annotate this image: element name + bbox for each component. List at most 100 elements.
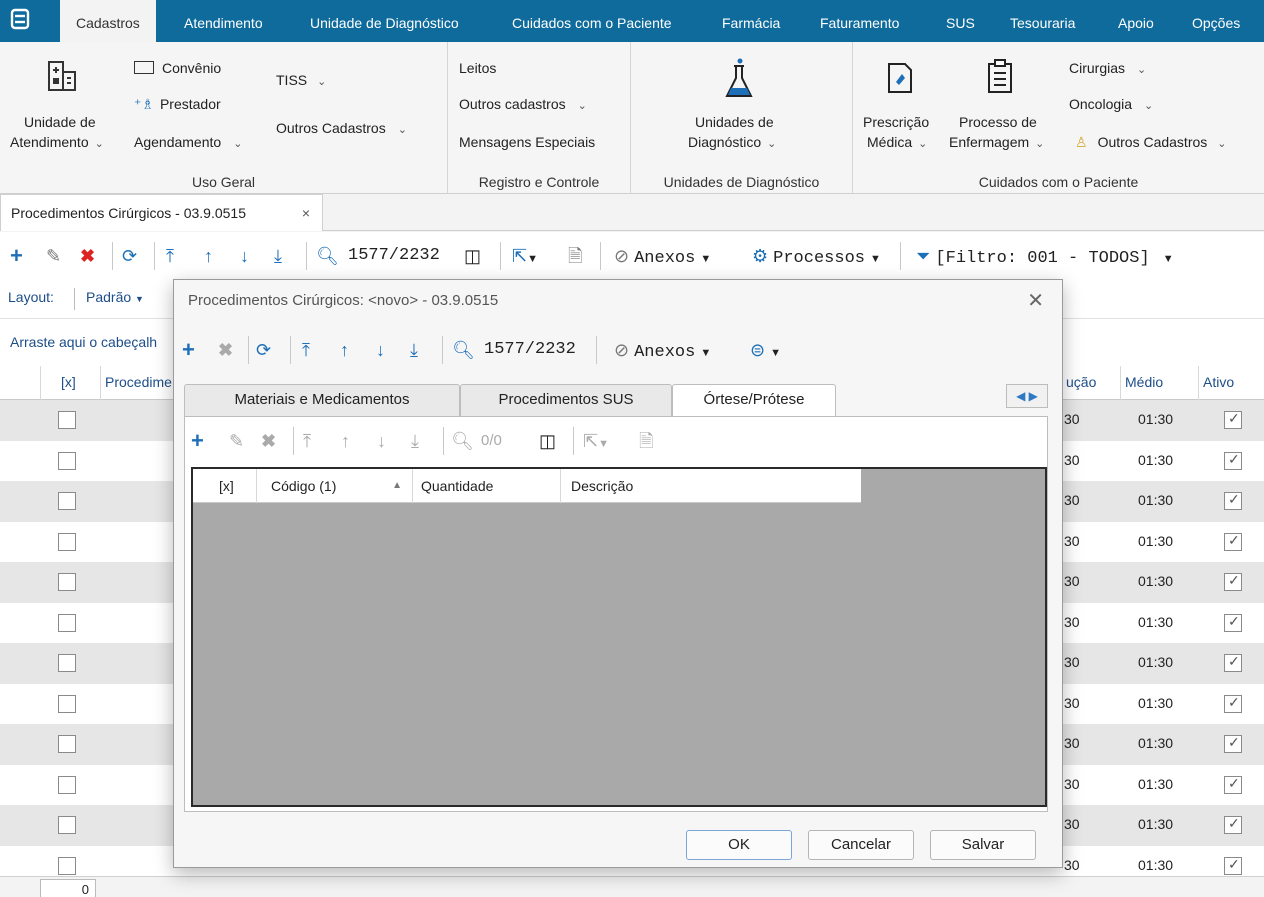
web-icon[interactable]: ⊜ ▼: [750, 326, 781, 374]
oncologia-button[interactable]: Oncologia ⌄: [1069, 96, 1153, 112]
prestador-button[interactable]: ⁺♗ Prestador: [134, 96, 221, 113]
anexos-button[interactable]: ⊘ Anexos ▼: [614, 232, 711, 280]
cirurgias-button[interactable]: Cirurgias ⌄: [1069, 60, 1146, 76]
delete-icon[interactable]: ✖: [261, 417, 276, 465]
next-record-icon[interactable]: ↓: [377, 417, 386, 465]
row-ativo-checkbox[interactable]: [1224, 451, 1242, 470]
tab-scroll-arrows[interactable]: ◀ ▶: [1006, 384, 1048, 408]
unidades-diagnostico-label1[interactable]: Unidades de: [695, 114, 774, 130]
first-record-icon[interactable]: ⤒: [303, 417, 311, 465]
row-select-checkbox[interactable]: [58, 775, 76, 794]
document-icon[interactable]: 🗎︎: [639, 417, 653, 465]
row-select-checkbox[interactable]: [58, 573, 76, 591]
search-icon[interactable]: 🔍︎: [316, 232, 339, 280]
add-icon[interactable]: +: [191, 417, 204, 465]
processos-button[interactable]: ⚙ Processos ▼: [752, 232, 881, 280]
row-ativo-checkbox[interactable]: [1224, 491, 1242, 510]
row-ativo-checkbox[interactable]: [1224, 734, 1242, 753]
menu-cadastros[interactable]: Cadastros: [60, 0, 156, 42]
header-execucao[interactable]: ução: [1062, 366, 1120, 400]
menu-atendimento[interactable]: Atendimento: [184, 0, 263, 42]
tab-ortese-protese[interactable]: Órtese/Prótese: [672, 384, 836, 417]
header-ativo[interactable]: Ativo: [1198, 366, 1264, 400]
prev-record-icon[interactable]: ↑: [340, 326, 349, 374]
add-icon[interactable]: +: [182, 326, 195, 374]
filter-button[interactable]: ⏷ [Filtro: 001 - TODOS] ▼: [916, 232, 1174, 280]
inner-header-descricao[interactable]: Descrição: [561, 469, 861, 503]
prescricao-label1[interactable]: Prescrição: [863, 114, 929, 130]
prev-record-icon[interactable]: ↑: [341, 417, 350, 465]
menu-unidade-diagnostico[interactable]: Unidade de Diagnóstico: [310, 0, 459, 42]
menu-cuidados-paciente[interactable]: Cuidados com o Paciente: [512, 0, 672, 42]
inner-header-quantidade[interactable]: Quantidade: [413, 469, 561, 503]
menu-sus[interactable]: SUS: [946, 0, 975, 42]
menu-farmacia[interactable]: Farmácia: [722, 0, 780, 42]
close-icon[interactable]: ×: [302, 205, 310, 221]
columns-icon[interactable]: ◫: [464, 232, 481, 280]
row-select-checkbox[interactable]: [58, 613, 76, 632]
row-select-checkbox[interactable]: [58, 411, 76, 429]
doc-tab-procedimentos[interactable]: Procedimentos Cirúrgicos - 03.9.0515 ×: [0, 194, 323, 231]
prescricao-medica-button[interactable]: Médica ⌄: [867, 134, 927, 150]
tab-materiais-medicamentos[interactable]: Materiais e Medicamentos: [184, 384, 460, 416]
menu-opcoes[interactable]: Opções: [1192, 0, 1240, 42]
row-select-checkbox[interactable]: [58, 451, 76, 470]
leitos-button[interactable]: Leitos: [459, 60, 496, 76]
close-icon[interactable]: ✕: [1027, 288, 1044, 313]
row-select-checkbox[interactable]: [58, 856, 76, 875]
search-icon[interactable]: 🔍︎: [451, 417, 474, 465]
delete-icon[interactable]: ✖: [218, 326, 233, 374]
last-record-icon[interactable]: ⤓: [410, 326, 418, 374]
edit-icon[interactable]: ✎: [46, 232, 61, 280]
inner-header-codigo[interactable]: Código (1) ▲: [257, 469, 413, 503]
edit-icon[interactable]: ✎: [229, 417, 244, 465]
document-icon[interactable]: 🗎︎: [568, 232, 582, 280]
header-medio[interactable]: Médio: [1120, 366, 1198, 400]
row-select-checkbox[interactable]: [58, 654, 76, 672]
save-button[interactable]: Salvar: [930, 830, 1036, 860]
processo-enfermagem-button[interactable]: Enfermagem ⌄: [949, 134, 1044, 150]
next-record-icon[interactable]: ↓: [376, 326, 385, 374]
dialog-anexos-button[interactable]: ⊘ Anexos ▼: [614, 326, 711, 374]
row-select-checkbox[interactable]: [58, 816, 76, 834]
row-ativo-checkbox[interactable]: [1224, 410, 1242, 429]
app-logo-icon[interactable]: [6, 8, 34, 34]
outros-cadastros-button[interactable]: Outros Cadastros ⌄: [276, 120, 407, 136]
row-ativo-checkbox[interactable]: [1224, 775, 1242, 794]
header-procedimento[interactable]: Procedime: [100, 366, 176, 400]
layout-padrao-dropdown[interactable]: Padrão ▼: [86, 289, 144, 305]
unidade-atendimento-button[interactable]: Atendimento ⌄: [10, 134, 104, 150]
first-record-icon[interactable]: ⤒: [302, 326, 310, 374]
export-icon[interactable]: ⇱▼: [583, 417, 609, 465]
outros-cadastros-registro-button[interactable]: Outros cadastros ⌄: [459, 96, 587, 112]
first-record-icon[interactable]: ⤒: [166, 232, 174, 280]
row-ativo-checkbox[interactable]: [1224, 613, 1242, 632]
menu-faturamento[interactable]: Faturamento: [820, 0, 899, 42]
refresh-icon[interactable]: ⟳: [256, 326, 271, 374]
row-select-checkbox[interactable]: [58, 532, 76, 551]
row-ativo-checkbox[interactable]: [1224, 532, 1242, 551]
header-select[interactable]: [x]: [40, 366, 100, 400]
convenio-button[interactable]: Convênio: [134, 60, 221, 76]
tab-procedimentos-sus[interactable]: Procedimentos SUS: [460, 384, 672, 416]
columns-icon[interactable]: ◫: [539, 417, 556, 465]
unidade-atendimento-label1[interactable]: Unidade de: [24, 114, 96, 130]
outros-cadastros-cuidados-button[interactable]: ♙ Outros Cadastros ⌄: [1075, 134, 1227, 151]
export-icon[interactable]: ⇱▼: [512, 232, 538, 280]
next-record-icon[interactable]: ↓: [240, 232, 249, 280]
cancel-button[interactable]: Cancelar: [808, 830, 914, 860]
add-icon[interactable]: +: [10, 232, 23, 280]
row-ativo-checkbox[interactable]: [1224, 815, 1242, 834]
mensagens-especiais-button[interactable]: Mensagens Especiais: [459, 134, 595, 150]
row-select-checkbox[interactable]: [58, 735, 76, 753]
last-record-icon[interactable]: ⤓: [274, 232, 282, 280]
row-ativo-checkbox[interactable]: [1224, 653, 1242, 672]
row-ativo-checkbox[interactable]: [1224, 694, 1242, 713]
tiss-button[interactable]: TISS ⌄: [276, 72, 326, 88]
menu-tesouraria[interactable]: Tesouraria: [1010, 0, 1075, 42]
processo-enfermagem-label1[interactable]: Processo de: [959, 114, 1037, 130]
row-ativo-checkbox[interactable]: [1224, 856, 1242, 875]
row-select-checkbox[interactable]: [58, 694, 76, 713]
ok-button[interactable]: OK: [686, 830, 792, 860]
delete-icon[interactable]: ✖: [80, 232, 95, 280]
